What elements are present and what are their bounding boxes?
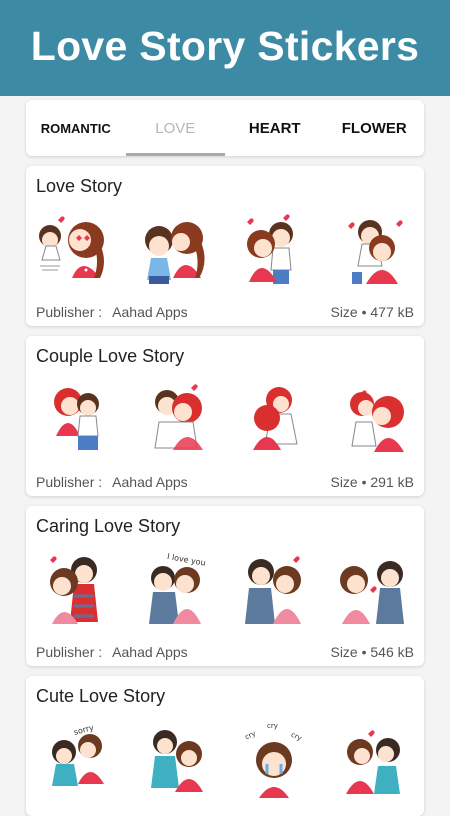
blow-kiss-sticker (339, 561, 404, 624)
tab-flower[interactable]: FLOWER (325, 100, 425, 156)
pack-meta: Publisher : Aahad Apps Size • 291 kB (36, 474, 414, 490)
app-header: Love Story Stickers (0, 0, 450, 96)
sticker-pack-card[interactable]: Couple Love Story Publisher: Aahad Apps… (26, 336, 424, 496)
pack-title: Couple Love Story (36, 346, 185, 366)
tab-heart[interactable]: HEART (225, 100, 325, 156)
publisher-name: Aahad Apps (112, 474, 188, 490)
kiss-sticker (345, 730, 400, 794)
svg-text:cry: cry (290, 731, 303, 743)
sticker-pack-card[interactable]: Cute Love Story sorry cry cry cry (26, 676, 424, 816)
pack-size: Size • 477 kB (330, 304, 414, 320)
tab-love[interactable]: LOVE (125, 100, 226, 156)
sticker-pack-card[interactable]: Caring Love Story I love you Publisher:… (26, 506, 424, 666)
category-tabs: ROMANTIC LOVE HEART FLOWER (26, 100, 424, 156)
pack-size: Size • 291 kB (330, 474, 414, 490)
sticker-preview-row: sorry cry cry cry (34, 720, 416, 800)
pack-meta: Publisher : Aahad Apps Size • 546 kB (36, 644, 414, 660)
tab-romantic[interactable]: ROMANTIC (26, 100, 126, 156)
kiss-sticker (39, 216, 104, 278)
svg-text:I love you: I love you (166, 552, 206, 568)
sticker-pack-card[interactable]: Love Story Publisher: Aahad Apps Size •… (26, 166, 424, 326)
publisher-name: Aahad Apps (112, 304, 188, 320)
publisher-label: Publisher : (36, 304, 103, 320)
forehead-sticker (245, 556, 302, 624)
pack-title: Love Story (36, 176, 123, 196)
sitting-couple-sticker (54, 388, 99, 450)
cry-sticker: cry cry cry (244, 722, 303, 798)
pack-size: Size • 546 kB (330, 644, 414, 660)
svg-text:cry: cry (267, 722, 278, 730)
hug-sticker (50, 556, 98, 624)
sticker-preview-row (34, 210, 416, 290)
kiss-sticker (349, 390, 404, 452)
pack-title: Caring Love Story (36, 516, 181, 536)
pack-meta: Publisher : Aahad Apps Size • 477 kB (36, 304, 414, 320)
svg-text:cry: cry (244, 729, 257, 741)
pack-title: Cute Love Story (36, 686, 166, 706)
sticker-preview-row: I love you (34, 550, 416, 630)
cheek-kiss-sticker (144, 222, 205, 284)
hug-sticker (154, 384, 203, 450)
cuddle-sticker (347, 220, 403, 284)
sorry-sticker: sorry (52, 723, 104, 786)
app-title: Love Story Stickers (30, 22, 420, 69)
sticker-preview-row (34, 380, 416, 460)
publisher-name: Aahad Apps (112, 644, 188, 660)
embrace-sticker (253, 387, 298, 450)
hug-sticker (247, 214, 294, 284)
publisher-label: Publisher : (36, 474, 103, 490)
i-love-you-sticker: I love you (148, 552, 206, 624)
comfort-sticker (150, 730, 203, 792)
publisher-label: Publisher : (36, 644, 103, 660)
